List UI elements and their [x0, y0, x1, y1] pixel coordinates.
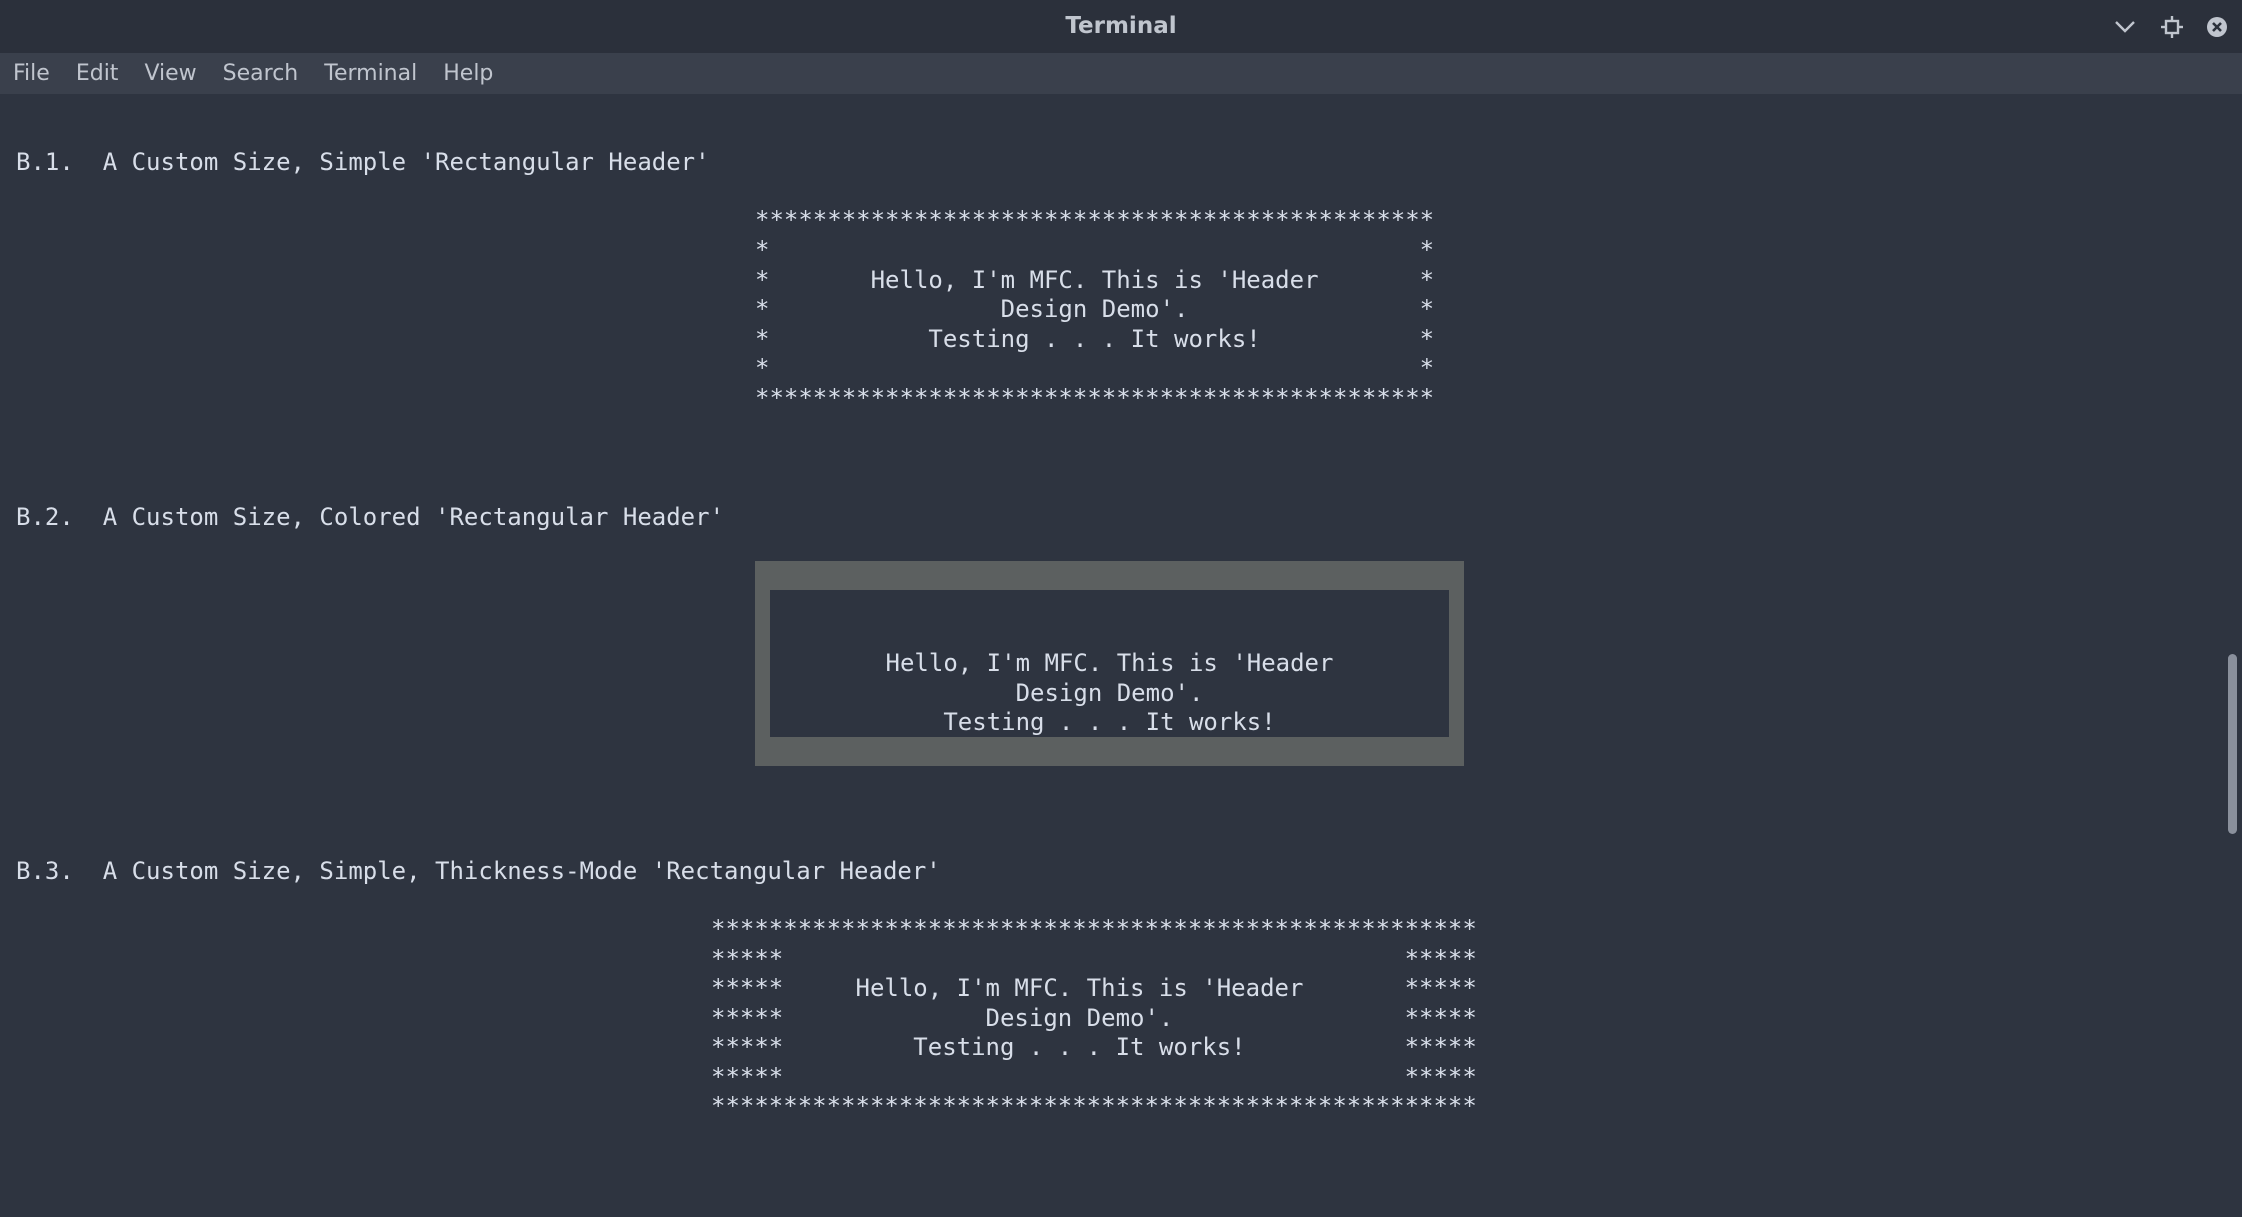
b3-line: ***** Design Demo'. *****: [711, 1004, 1477, 1032]
b3-line: ***** Testing . . . It works! *****: [711, 1033, 1477, 1061]
b2-line: Design Demo'.: [1015, 679, 1204, 707]
menu-view[interactable]: View: [131, 53, 209, 94]
menu-edit[interactable]: Edit: [63, 53, 132, 94]
colored-header-inner: Hello, I'm MFC. This is 'Header Design D…: [770, 590, 1449, 737]
b2-line: Testing . . . It works!: [943, 708, 1276, 736]
vertical-scrollbar[interactable]: [2222, 94, 2242, 1217]
section-heading-b1: B.1. A Custom Size, Simple 'Rectangular …: [16, 148, 710, 176]
section-heading-b3: B.3. A Custom Size, Simple, Thickness-Mo…: [16, 857, 941, 885]
section-heading-b2: B.2. A Custom Size, Colored 'Rectangular…: [16, 503, 725, 531]
b2-line: Hello, I'm MFC. This is 'Header: [885, 649, 1334, 677]
menu-file[interactable]: File: [0, 53, 63, 94]
window-title: Terminal: [1065, 13, 1177, 39]
b3-line: ***** *****: [711, 1063, 1477, 1091]
title-bar: Terminal: [0, 0, 2242, 54]
menu-search[interactable]: Search: [210, 53, 312, 94]
b1-line: * Design Demo'. *: [755, 295, 1435, 323]
chevron-down-icon[interactable]: [2110, 12, 2140, 42]
b1-line: ****************************************…: [755, 206, 1435, 234]
b1-line: * *: [755, 236, 1435, 264]
scrollbar-thumb[interactable]: [2228, 654, 2237, 834]
menu-bar: File Edit View Search Terminal Help: [0, 53, 2242, 94]
b1-line: ****************************************…: [755, 384, 1435, 412]
b1-line: * Testing . . . It works! *: [755, 325, 1435, 353]
colored-header-box: Hello, I'm MFC. This is 'Header Design D…: [755, 561, 1464, 766]
b1-line: * *: [755, 354, 1435, 382]
b3-line: ****************************************…: [711, 1092, 1477, 1120]
menu-help[interactable]: Help: [430, 53, 506, 94]
b3-line: ***** Hello, I'm MFC. This is 'Header **…: [711, 974, 1477, 1002]
b1-line: * Hello, I'm MFC. This is 'Header *: [755, 266, 1435, 294]
b3-line: ***** *****: [711, 945, 1477, 973]
close-icon[interactable]: [2202, 12, 2232, 42]
maximize-icon[interactable]: [2157, 12, 2187, 42]
menu-terminal[interactable]: Terminal: [311, 53, 430, 94]
b3-line: ****************************************…: [711, 915, 1477, 943]
